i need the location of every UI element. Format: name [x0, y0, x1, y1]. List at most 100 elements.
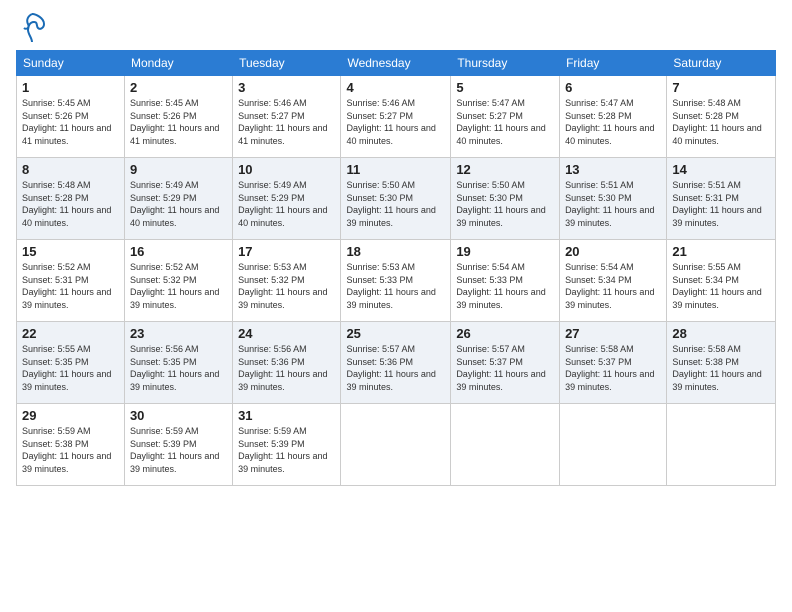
calendar-cell: 28 Sunrise: 5:58 AM Sunset: 5:38 PM Dayl… [667, 322, 776, 404]
calendar-cell: 31 Sunrise: 5:59 AM Sunset: 5:39 PM Dayl… [233, 404, 341, 486]
day-detail: Sunrise: 5:49 AM Sunset: 5:29 PM Dayligh… [130, 179, 227, 229]
day-detail: Sunrise: 5:51 AM Sunset: 5:31 PM Dayligh… [672, 179, 770, 229]
day-detail: Sunrise: 5:55 AM Sunset: 5:35 PM Dayligh… [22, 343, 119, 393]
page: Sunday Monday Tuesday Wednesday Thursday… [0, 0, 792, 612]
col-sunday: Sunday [17, 51, 125, 76]
calendar-week-1: 1 Sunrise: 5:45 AM Sunset: 5:26 PM Dayli… [17, 76, 776, 158]
day-detail: Sunrise: 5:50 AM Sunset: 5:30 PM Dayligh… [346, 179, 445, 229]
calendar-cell: 17 Sunrise: 5:53 AM Sunset: 5:32 PM Dayl… [233, 240, 341, 322]
day-detail: Sunrise: 5:58 AM Sunset: 5:37 PM Dayligh… [565, 343, 661, 393]
day-detail: Sunrise: 5:54 AM Sunset: 5:34 PM Dayligh… [565, 261, 661, 311]
calendar-cell: 18 Sunrise: 5:53 AM Sunset: 5:33 PM Dayl… [341, 240, 451, 322]
day-number: 19 [456, 244, 554, 259]
calendar-cell: 13 Sunrise: 5:51 AM Sunset: 5:30 PM Dayl… [560, 158, 667, 240]
day-number: 18 [346, 244, 445, 259]
day-number: 28 [672, 326, 770, 341]
calendar-cell: 7 Sunrise: 5:48 AM Sunset: 5:28 PM Dayli… [667, 76, 776, 158]
calendar-cell: 1 Sunrise: 5:45 AM Sunset: 5:26 PM Dayli… [17, 76, 125, 158]
day-number: 22 [22, 326, 119, 341]
calendar-week-3: 15 Sunrise: 5:52 AM Sunset: 5:31 PM Dayl… [17, 240, 776, 322]
day-number: 23 [130, 326, 227, 341]
calendar-cell: 2 Sunrise: 5:45 AM Sunset: 5:26 PM Dayli… [124, 76, 232, 158]
calendar-cell: 10 Sunrise: 5:49 AM Sunset: 5:29 PM Dayl… [233, 158, 341, 240]
calendar-cell: 15 Sunrise: 5:52 AM Sunset: 5:31 PM Dayl… [17, 240, 125, 322]
day-number: 10 [238, 162, 335, 177]
day-detail: Sunrise: 5:56 AM Sunset: 5:35 PM Dayligh… [130, 343, 227, 393]
day-detail: Sunrise: 5:59 AM Sunset: 5:39 PM Dayligh… [238, 425, 335, 475]
calendar-cell: 20 Sunrise: 5:54 AM Sunset: 5:34 PM Dayl… [560, 240, 667, 322]
day-number: 12 [456, 162, 554, 177]
col-tuesday: Tuesday [233, 51, 341, 76]
calendar-cell: 22 Sunrise: 5:55 AM Sunset: 5:35 PM Dayl… [17, 322, 125, 404]
day-detail: Sunrise: 5:50 AM Sunset: 5:30 PM Dayligh… [456, 179, 554, 229]
day-detail: Sunrise: 5:55 AM Sunset: 5:34 PM Dayligh… [672, 261, 770, 311]
calendar-cell: 11 Sunrise: 5:50 AM Sunset: 5:30 PM Dayl… [341, 158, 451, 240]
day-detail: Sunrise: 5:52 AM Sunset: 5:32 PM Dayligh… [130, 261, 227, 311]
day-number: 4 [346, 80, 445, 95]
calendar-cell: 3 Sunrise: 5:46 AM Sunset: 5:27 PM Dayli… [233, 76, 341, 158]
day-number: 21 [672, 244, 770, 259]
day-detail: Sunrise: 5:46 AM Sunset: 5:27 PM Dayligh… [238, 97, 335, 147]
day-detail: Sunrise: 5:46 AM Sunset: 5:27 PM Dayligh… [346, 97, 445, 147]
calendar-cell: 24 Sunrise: 5:56 AM Sunset: 5:36 PM Dayl… [233, 322, 341, 404]
day-number: 15 [22, 244, 119, 259]
calendar-cell [341, 404, 451, 486]
day-number: 5 [456, 80, 554, 95]
day-detail: Sunrise: 5:57 AM Sunset: 5:36 PM Dayligh… [346, 343, 445, 393]
col-wednesday: Wednesday [341, 51, 451, 76]
day-detail: Sunrise: 5:59 AM Sunset: 5:38 PM Dayligh… [22, 425, 119, 475]
calendar-cell: 16 Sunrise: 5:52 AM Sunset: 5:32 PM Dayl… [124, 240, 232, 322]
day-detail: Sunrise: 5:53 AM Sunset: 5:33 PM Dayligh… [346, 261, 445, 311]
day-detail: Sunrise: 5:45 AM Sunset: 5:26 PM Dayligh… [22, 97, 119, 147]
col-thursday: Thursday [451, 51, 560, 76]
logo [16, 12, 46, 44]
day-detail: Sunrise: 5:48 AM Sunset: 5:28 PM Dayligh… [22, 179, 119, 229]
calendar-cell: 21 Sunrise: 5:55 AM Sunset: 5:34 PM Dayl… [667, 240, 776, 322]
day-number: 1 [22, 80, 119, 95]
day-detail: Sunrise: 5:47 AM Sunset: 5:28 PM Dayligh… [565, 97, 661, 147]
calendar-header-row: Sunday Monday Tuesday Wednesday Thursday… [17, 51, 776, 76]
day-detail: Sunrise: 5:53 AM Sunset: 5:32 PM Dayligh… [238, 261, 335, 311]
col-saturday: Saturday [667, 51, 776, 76]
day-number: 17 [238, 244, 335, 259]
calendar-cell: 14 Sunrise: 5:51 AM Sunset: 5:31 PM Dayl… [667, 158, 776, 240]
day-number: 20 [565, 244, 661, 259]
day-number: 6 [565, 80, 661, 95]
calendar-cell [560, 404, 667, 486]
day-number: 3 [238, 80, 335, 95]
day-number: 2 [130, 80, 227, 95]
calendar-cell: 8 Sunrise: 5:48 AM Sunset: 5:28 PM Dayli… [17, 158, 125, 240]
calendar-cell: 6 Sunrise: 5:47 AM Sunset: 5:28 PM Dayli… [560, 76, 667, 158]
calendar-cell: 19 Sunrise: 5:54 AM Sunset: 5:33 PM Dayl… [451, 240, 560, 322]
day-number: 9 [130, 162, 227, 177]
day-detail: Sunrise: 5:58 AM Sunset: 5:38 PM Dayligh… [672, 343, 770, 393]
day-number: 31 [238, 408, 335, 423]
day-number: 29 [22, 408, 119, 423]
calendar-cell: 26 Sunrise: 5:57 AM Sunset: 5:37 PM Dayl… [451, 322, 560, 404]
day-number: 24 [238, 326, 335, 341]
day-number: 14 [672, 162, 770, 177]
calendar-cell [451, 404, 560, 486]
calendar-cell [667, 404, 776, 486]
day-number: 27 [565, 326, 661, 341]
day-detail: Sunrise: 5:59 AM Sunset: 5:39 PM Dayligh… [130, 425, 227, 475]
day-detail: Sunrise: 5:48 AM Sunset: 5:28 PM Dayligh… [672, 97, 770, 147]
day-detail: Sunrise: 5:57 AM Sunset: 5:37 PM Dayligh… [456, 343, 554, 393]
day-number: 30 [130, 408, 227, 423]
day-detail: Sunrise: 5:54 AM Sunset: 5:33 PM Dayligh… [456, 261, 554, 311]
calendar-cell: 5 Sunrise: 5:47 AM Sunset: 5:27 PM Dayli… [451, 76, 560, 158]
calendar-cell: 23 Sunrise: 5:56 AM Sunset: 5:35 PM Dayl… [124, 322, 232, 404]
day-detail: Sunrise: 5:51 AM Sunset: 5:30 PM Dayligh… [565, 179, 661, 229]
calendar-week-2: 8 Sunrise: 5:48 AM Sunset: 5:28 PM Dayli… [17, 158, 776, 240]
calendar-cell: 12 Sunrise: 5:50 AM Sunset: 5:30 PM Dayl… [451, 158, 560, 240]
day-number: 13 [565, 162, 661, 177]
day-number: 25 [346, 326, 445, 341]
col-friday: Friday [560, 51, 667, 76]
day-number: 11 [346, 162, 445, 177]
day-number: 8 [22, 162, 119, 177]
logo-bird-icon [18, 12, 46, 44]
calendar-week-4: 22 Sunrise: 5:55 AM Sunset: 5:35 PM Dayl… [17, 322, 776, 404]
day-detail: Sunrise: 5:47 AM Sunset: 5:27 PM Dayligh… [456, 97, 554, 147]
day-number: 26 [456, 326, 554, 341]
calendar-cell: 29 Sunrise: 5:59 AM Sunset: 5:38 PM Dayl… [17, 404, 125, 486]
